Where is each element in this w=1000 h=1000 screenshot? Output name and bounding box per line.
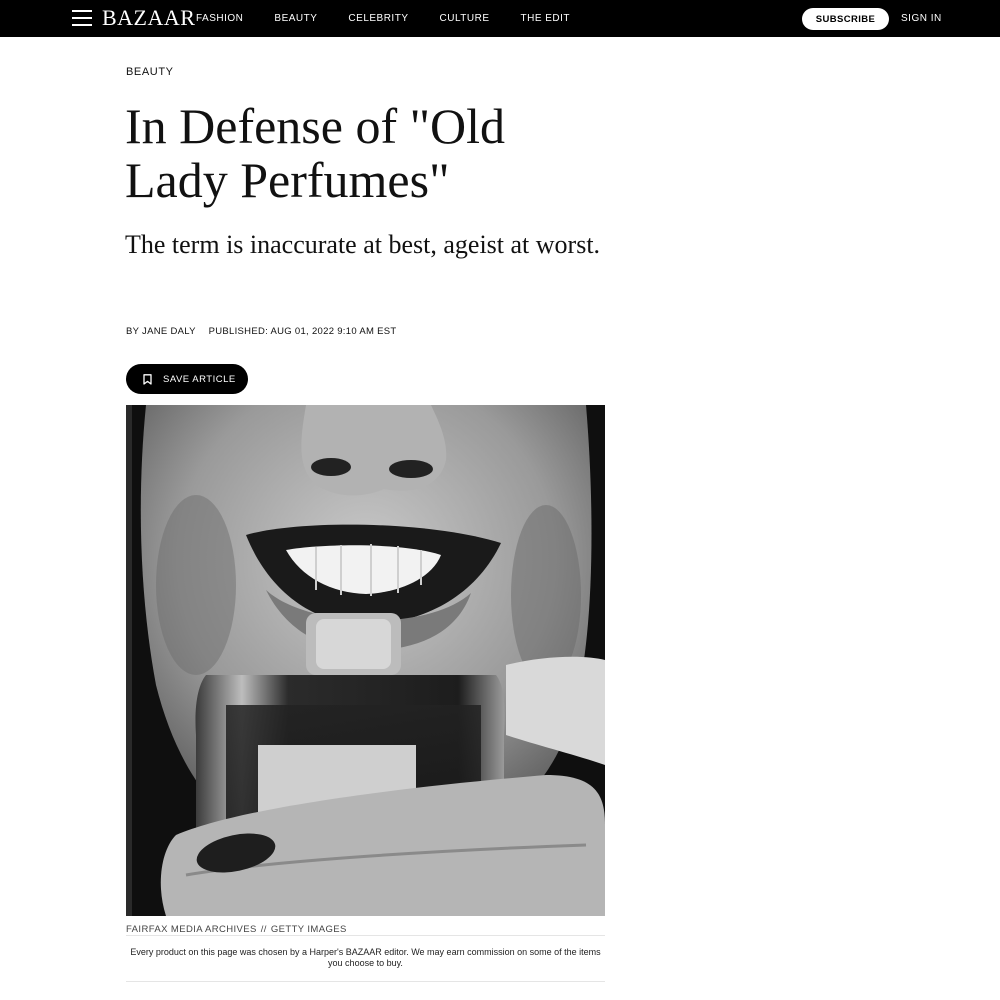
- credit-source: FAIRFAX MEDIA ARCHIVES: [126, 924, 257, 935]
- hero-image: [126, 405, 605, 916]
- save-article-label: SAVE ARTICLE: [163, 373, 236, 385]
- nav-link-beauty[interactable]: BEAUTY: [274, 13, 317, 24]
- section-kicker[interactable]: BEAUTY: [126, 66, 174, 78]
- subscribe-button[interactable]: SUBSCRIBE: [802, 8, 889, 30]
- bookmark-icon: [143, 373, 152, 385]
- nav-link-celebrity[interactable]: CELEBRITY: [348, 13, 408, 24]
- article-headline: In Defense of "Old Lady Perfumes": [125, 98, 506, 208]
- divider: [126, 981, 605, 982]
- published-date: PUBLISHED: AUG 01, 2022 9:10 AM EST: [208, 326, 397, 337]
- nav-links: FASHION BEAUTY CELEBRITY CULTURE THE EDI…: [196, 0, 601, 37]
- affiliate-disclaimer: Every product on this page was chosen by…: [130, 947, 601, 968]
- sign-in-link[interactable]: SIGN IN: [901, 13, 942, 24]
- credit-agency: GETTY IMAGES: [270, 924, 347, 935]
- menu-icon[interactable]: [72, 9, 92, 26]
- byline: BY JANE DALY PUBLISHED: AUG 01, 2022 9:1…: [126, 326, 396, 337]
- author-link[interactable]: BY JANE DALY: [126, 326, 196, 337]
- perfume-photo: [126, 405, 605, 916]
- photo-credit: FAIRFAX MEDIA ARCHIVES//GETTY IMAGES: [126, 924, 347, 935]
- nav-link-culture[interactable]: CULTURE: [440, 13, 490, 24]
- nav-link-fashion[interactable]: FASHION: [196, 13, 243, 24]
- credit-separator: //: [260, 924, 267, 935]
- site-logo[interactable]: BAZAAR: [102, 6, 195, 30]
- article-dek: The term is inaccurate at best, ageist a…: [125, 230, 601, 259]
- top-nav: BAZAAR FASHION BEAUTY CELEBRITY CULTURE …: [0, 0, 1000, 37]
- nav-link-the-edit[interactable]: THE EDIT: [520, 13, 570, 24]
- divider: [126, 935, 605, 936]
- save-article-button[interactable]: SAVE ARTICLE: [126, 364, 248, 394]
